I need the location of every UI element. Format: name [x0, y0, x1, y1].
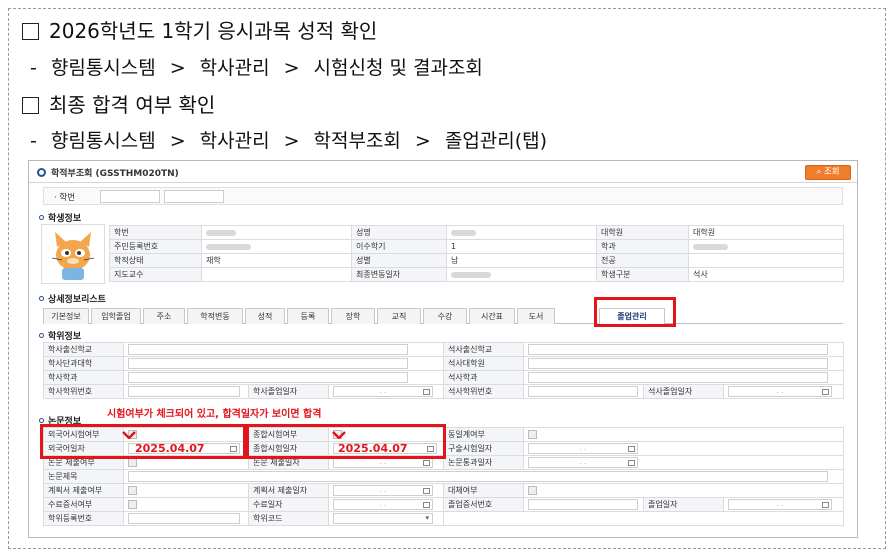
section-student-info: 학생정보 — [39, 211, 81, 224]
calendar-icon — [423, 389, 430, 395]
plan-submit-checkbox[interactable] — [128, 486, 137, 495]
thesis-title-field[interactable] — [128, 471, 828, 482]
replace-checkbox[interactable] — [528, 486, 537, 495]
master-school-field[interactable] — [528, 344, 829, 355]
grad-date[interactable]: . . — [728, 499, 832, 510]
calendar-icon — [822, 502, 829, 508]
table-row: 논문제목 — [43, 469, 844, 484]
annotation-pass-rule: 시험여부가 체크되어 있고, 합격일자가 보이면 합격 — [107, 409, 322, 420]
heading-final-pass: 최종 합격 여부 확인 — [22, 92, 215, 118]
tab-teaching[interactable]: 교직 — [377, 308, 421, 324]
master-dept-field[interactable] — [528, 372, 829, 383]
table-row: 학사출신학교 석사출신학교 — [43, 342, 845, 357]
path-final-pass: - 향림통시스템 > 학사관리 > 학적부조회 > 졸업관리(탭) — [30, 130, 548, 152]
calendar-icon — [423, 488, 430, 494]
bachelor-grad-date[interactable]: . . — [333, 386, 433, 397]
checkbox-square-icon — [22, 23, 39, 40]
degree-info-table: 학사출신학교 석사출신학교 학사단과대학 석사대학원 학사학과 석사학과 학사학… — [43, 342, 845, 399]
chevron-down-icon: ▾ — [425, 514, 429, 522]
registry-screenshot: 학적부조회 (GSSTHM020TN) ⌕ 조회 · 학번 학생정보 학번 성명… — [28, 160, 858, 538]
table-row: 학적상태 재학 성별 남 전공 — [109, 253, 844, 268]
bachelor-degree-no-field[interactable] — [128, 386, 240, 397]
heading-grade-check: 2026학년도 1학기 응시과목 성적 확인 — [22, 18, 377, 44]
calendar-icon — [423, 460, 430, 466]
student-name-input[interactable] — [164, 190, 224, 203]
detail-tab-bar: 기본정보 입학졸업 주소 학적변동 성적 등록 장학 교직 수강 시간표 도서 … — [43, 306, 843, 324]
calendar-icon — [822, 389, 830, 395]
window-title: 학적부조회 (GSSTHM020TN) — [51, 169, 179, 179]
table-row: 학사단과대학 석사대학원 — [43, 356, 845, 371]
table-row: 수료증서여부 수료일자. . 졸업증서번호 졸업일자. . — [43, 497, 844, 512]
same-year-checkbox[interactable] — [528, 430, 537, 439]
tab-address[interactable]: 주소 — [143, 308, 185, 324]
highlight-comp-exam — [246, 424, 446, 459]
table-row: 주민등록번호 이수학기 1 학과 — [109, 239, 844, 254]
tab-status-change[interactable]: 학적변동 — [187, 308, 243, 324]
cert-date[interactable]: . . — [333, 499, 433, 510]
cat-avatar-icon — [51, 232, 95, 280]
student-id-label: · 학번 — [54, 193, 76, 203]
window-titlebar: 학적부조회 (GSSTHM020TN) ⌕ 조회 — [29, 161, 857, 183]
student-id-input[interactable] — [100, 190, 160, 203]
tab-basic-info[interactable]: 기본정보 — [43, 308, 89, 324]
tab-scholarship[interactable]: 장학 — [331, 308, 375, 324]
table-row: 학사학위번호 학사졸업일자. . 석사학위번호 석사졸업일자. . — [43, 384, 845, 399]
cert-checkbox[interactable] — [128, 500, 137, 509]
tab-timetable[interactable]: 시간표 — [469, 308, 515, 324]
path-grade-check: - 향림통시스템 > 학사관리 > 시험신청 및 결과조회 — [30, 57, 483, 79]
check-chevron-icon — [122, 431, 136, 439]
master-grad-date[interactable]: . . — [728, 386, 833, 397]
thesis-submit-checkbox[interactable] — [128, 458, 137, 467]
calendar-icon — [423, 502, 430, 508]
highlight-foreign-exam — [40, 424, 246, 459]
highlight-graduation-tab — [594, 297, 676, 327]
title-ring-icon — [37, 168, 46, 177]
degree-code-select[interactable]: ▾ — [333, 513, 433, 524]
tab-admission-graduation[interactable]: 입학졸업 — [91, 308, 141, 324]
master-gradschool-field[interactable] — [528, 358, 829, 369]
tab-enrollment[interactable]: 수강 — [423, 308, 467, 324]
student-avatar — [41, 224, 105, 284]
tab-library[interactable]: 도서 — [517, 308, 555, 324]
bachelor-dept-field[interactable] — [128, 372, 408, 383]
table-row: 계획서 제출여부 계획서 제출일자. . 대체여부 — [43, 483, 844, 498]
master-degree-no-field[interactable] — [528, 386, 639, 397]
table-row: 학사학과 석사학과 — [43, 370, 845, 385]
tab-grades[interactable]: 성적 — [245, 308, 285, 324]
student-id-row: · 학번 — [43, 187, 843, 205]
checkbox-square-icon — [22, 97, 39, 114]
bachelor-college-field[interactable] — [128, 358, 408, 369]
oral-exam-date[interactable]: . . — [528, 443, 638, 454]
plan-submit-date[interactable]: . . — [333, 485, 433, 496]
search-button[interactable]: ⌕ 조회 — [805, 165, 851, 180]
table-row: 학번 성명 대학원 대학원 — [109, 225, 844, 240]
grad-cert-no-field[interactable] — [528, 499, 638, 510]
section-degree-info: 학위정보 — [39, 329, 81, 342]
calendar-icon — [628, 446, 635, 452]
student-info-table: 학번 성명 대학원 대학원 주민등록번호 이수학기 1 학과 학적상태 재학 성별 남 … — [109, 225, 844, 282]
degree-reg-no-field[interactable] — [128, 513, 240, 524]
thesis-pass-date[interactable]: . . — [528, 457, 638, 468]
tab-registration[interactable]: 등록 — [287, 308, 329, 324]
table-row: 학위등록번호 학위코드 ▾ — [43, 511, 844, 526]
table-row: 지도교수 최종변동일자 학생구분 석사 — [109, 267, 844, 282]
calendar-icon — [628, 460, 635, 466]
section-detail-list: 상세정보리스트 — [39, 292, 106, 305]
bachelor-school-field[interactable] — [128, 344, 408, 355]
check-chevron-icon — [332, 431, 346, 439]
